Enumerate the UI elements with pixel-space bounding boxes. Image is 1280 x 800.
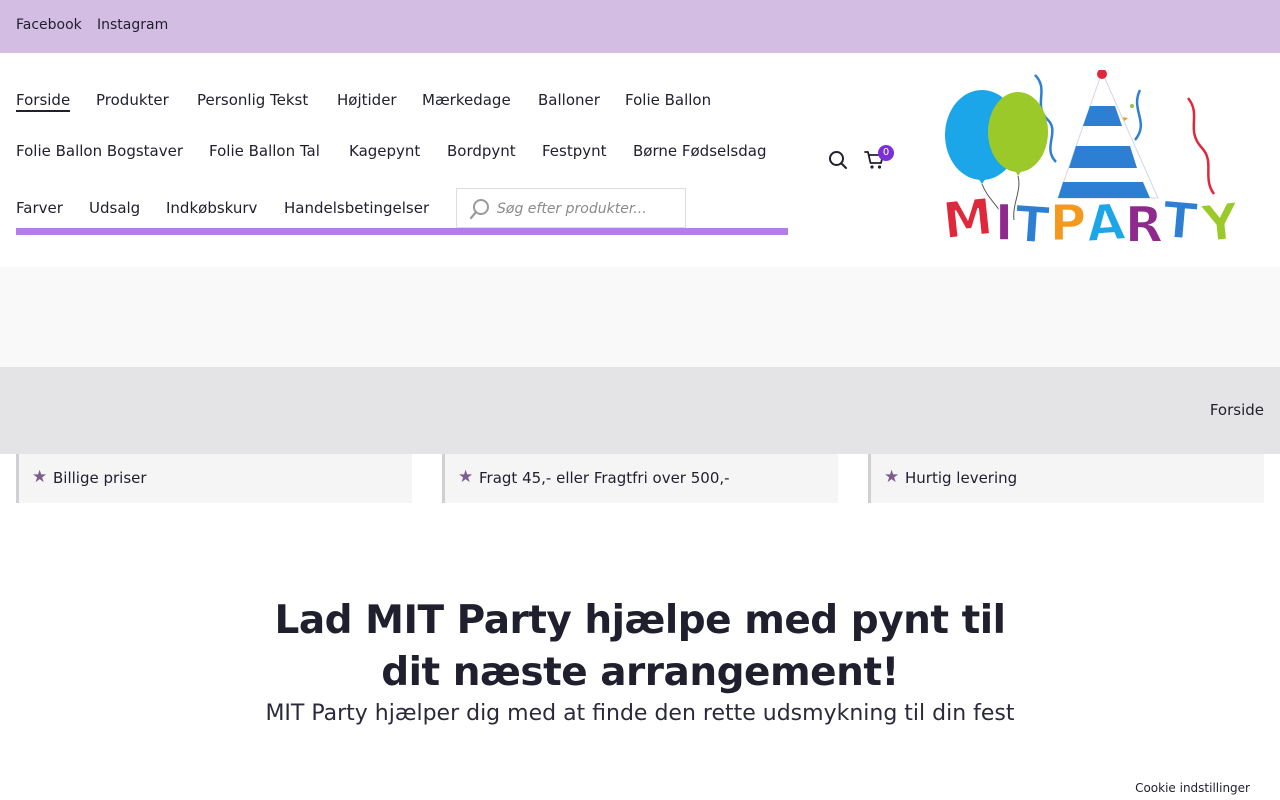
svg-text:Y: Y xyxy=(1198,192,1242,252)
svg-text:T: T xyxy=(1013,195,1051,252)
top-bar: Facebook Instagram xyxy=(0,0,1280,53)
hero-title: Lad MIT Party hjælpe med pynt til dit næ… xyxy=(274,598,1007,695)
nav-item-hojtider[interactable]: Højtider xyxy=(337,91,397,109)
nav-item-forside[interactable]: Forside xyxy=(16,91,71,112)
nav-item-bordpynt[interactable]: Bordpynt xyxy=(447,142,516,160)
nav-item-personlig-tekst[interactable]: Personlig Tekst xyxy=(197,91,308,109)
feature-text: Hurtig levering xyxy=(905,469,1018,487)
star-icon: ★ xyxy=(458,467,474,487)
nav-item-handelsbetingelser[interactable]: Handelsbetingelser xyxy=(284,199,429,217)
svg-text:T: T xyxy=(1160,191,1199,252)
search-icon[interactable] xyxy=(828,150,848,170)
nav-item-festpynt[interactable]: Festpynt xyxy=(542,142,607,160)
nav-item-folie-ballon-tal[interactable]: Folie Ballon Tal xyxy=(209,142,320,160)
star-icon: ★ xyxy=(884,467,900,487)
svg-text:I: I xyxy=(995,194,1014,252)
nav-item-kagepynt[interactable]: Kagepynt xyxy=(349,142,420,160)
svg-text:M: M xyxy=(940,188,996,251)
cookie-settings-link[interactable]: Cookie indstillinger xyxy=(1135,781,1250,795)
svg-text:A: A xyxy=(1085,193,1128,252)
facebook-link[interactable]: Facebook xyxy=(16,17,82,33)
product-search[interactable] xyxy=(456,188,686,228)
cart-count-badge: 0 xyxy=(878,145,894,161)
mitparty-logo[interactable]: M I T P A R T Y xyxy=(940,70,1250,252)
feature-item: ★ Billige priser xyxy=(16,454,412,503)
feature-item: ★ Hurtig levering xyxy=(868,454,1264,503)
nav-item-borne-fodselsdag[interactable]: Børne Fødselsdag xyxy=(633,142,766,160)
nav-item-folie-ballon[interactable]: Folie Ballon xyxy=(625,91,711,109)
feature-item: ★ Fragt 45,- eller Fragtfri over 500,- xyxy=(442,454,838,503)
nav-item-farver[interactable]: Farver xyxy=(16,199,63,217)
feature-text: Fragt 45,- eller Fragtfri over 500,- xyxy=(479,469,730,487)
nav-item-produkter[interactable]: Produkter xyxy=(96,91,169,109)
nav-item-folie-ballon-bogstaver[interactable]: Folie Ballon Bogstaver xyxy=(16,142,183,160)
feature-text: Billige priser xyxy=(53,469,147,487)
svg-text:R: R xyxy=(1125,196,1164,252)
nav-item-maerkedage[interactable]: Mærkedage xyxy=(422,91,511,109)
nav-item-udsalg[interactable]: Udsalg xyxy=(89,199,140,217)
nav-item-indkobskurv[interactable]: Indkøbskurv xyxy=(166,199,257,217)
search-icon xyxy=(469,199,489,220)
nav-item-balloner[interactable]: Balloner xyxy=(538,91,600,109)
star-icon: ★ xyxy=(32,467,48,487)
breadcrumb[interactable]: Forside xyxy=(1210,401,1264,419)
instagram-link[interactable]: Instagram xyxy=(97,17,168,33)
hero-subtitle: MIT Party hjælper dig med at finde den r… xyxy=(265,701,1015,726)
breadcrumb-bar xyxy=(0,367,1280,454)
search-input[interactable] xyxy=(497,198,677,220)
svg-text:P: P xyxy=(1050,194,1087,252)
hero-banner xyxy=(0,267,1280,367)
nav-accent-bar xyxy=(16,228,788,235)
